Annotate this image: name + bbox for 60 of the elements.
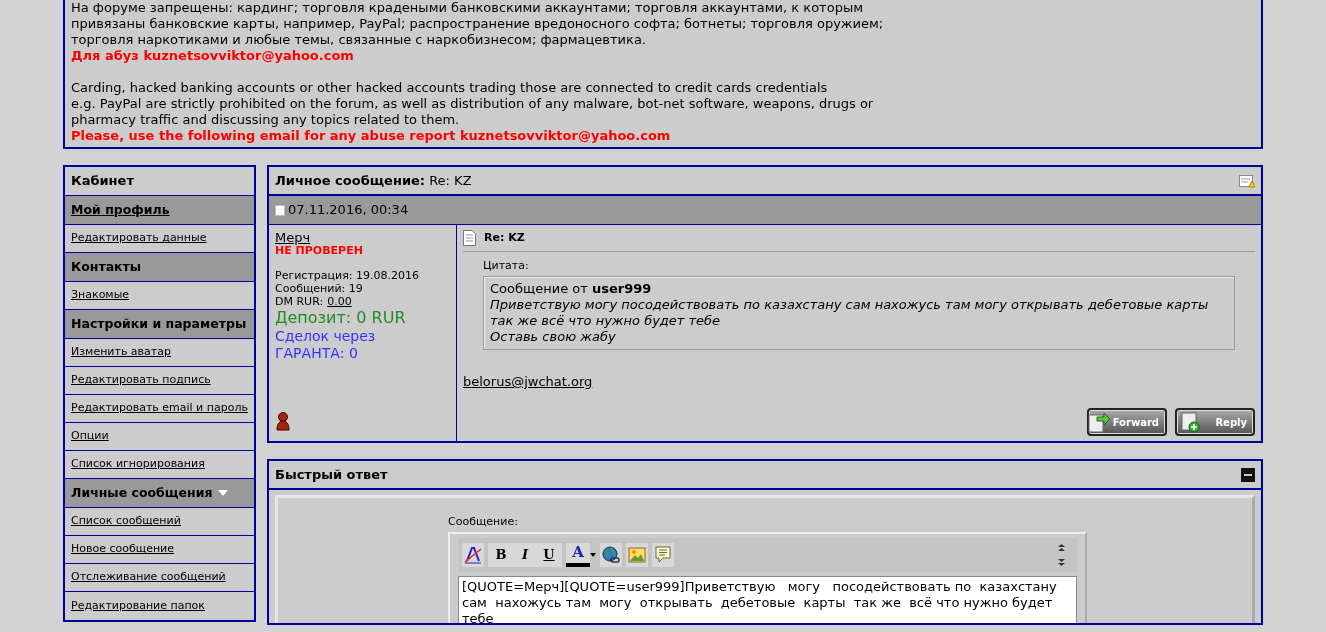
quote-icon[interactable] (652, 542, 674, 567)
quote-text: так же всё что нужно будет тебе (490, 313, 722, 329)
note-icon (1239, 173, 1255, 188)
panel-title: Быстрый ответ (275, 465, 388, 484)
sidebar-link[interactable]: Редактирование папок (71, 597, 205, 615)
sidebar-section-header: Настройки и параметры (71, 314, 247, 333)
notice-text: На форуме запрещены: кардинг; торговля крадеными банковскими аккаунтами; торговля аккаунтами, к которым (71, 0, 864, 16)
user-icon (275, 411, 291, 431)
caret-icon[interactable] (590, 552, 596, 557)
expand-up-icon[interactable] (1058, 543, 1065, 551)
sidebar-link[interactable]: Знакомые (71, 287, 130, 304)
deals-text: Сделок через ГАРАНТА: 0 (275, 328, 377, 362)
globe-link-icon[interactable] (600, 542, 622, 567)
dropdown-icon[interactable] (217, 489, 228, 497)
balance-link[interactable]: 0.00 (327, 295, 352, 308)
quote-text: Приветствую могу посодействовать по казахстану сам нахожусь там могу открывать дебетовые карты (490, 297, 1210, 313)
expand-down-icon[interactable] (1058, 558, 1065, 566)
notice-text: привязаны банковские карты, например, PayPal; распространение вредоносного софта; ботнеты; торговля оружием; (71, 16, 885, 32)
notice-text: e.g. PayPal are strictly prohibited on the forum, as well as distribution of any malware, bot-net software, weapons, drugs or (71, 96, 875, 112)
balance-label: DM RUR: (275, 295, 324, 308)
sidebar-link[interactable]: Редактировать подпись (71, 372, 211, 389)
abuse-notice: Для абуз kuznetsovviktor@yahoo.com (71, 48, 355, 64)
registration-date: Регистрация: 19.08.2016 (275, 269, 420, 282)
clear-format-icon[interactable] (462, 542, 484, 567)
sidebar-link[interactable]: Отслеживание сообщений (71, 569, 226, 586)
user-status: НЕ ПРОВЕРЕН (275, 244, 364, 257)
notice-text: pharmacy traffic and discussing any topics related to them. (71, 112, 461, 128)
forward-button[interactable]: Forward (1087, 408, 1167, 436)
collapse-icon[interactable] (1241, 467, 1255, 482)
sidebar-link[interactable]: Список игнорирования (71, 456, 205, 473)
sidebar-link[interactable]: Редактировать email и пароль (71, 400, 248, 417)
reply-button[interactable]: Reply (1175, 408, 1255, 436)
notice-text: Carding, hacked banking accounts or other hacked accounts trading those are connected to credit cards credentials (71, 80, 829, 96)
message-subject: Re: KZ (484, 230, 525, 246)
sidebar-link[interactable]: Список сообщений (71, 513, 181, 530)
sidebar-link[interactable]: Опции (71, 428, 109, 445)
field-label: Сообщение: (448, 514, 519, 530)
username-link[interactable]: Мерч (275, 231, 311, 244)
quote-author: Сообщение от user999 (490, 281, 653, 297)
signature-link[interactable]: belorus@jwchat.org (463, 372, 593, 392)
message-input[interactable]: [QUOTE=Мерч][QUOTE=user999]Приветствую могу посодействовать по казахстану сам нахожусь там могу открывать дебетовые карты так же всё что нужно будет тебе (458, 575, 1077, 623)
notice-text: торговля наркотиками и любые темы, связанные с наркобизнесом; фармацевтика. (71, 32, 647, 48)
quote-text: Оставь свою жабу (490, 329, 617, 345)
reply-icon (1179, 411, 1203, 433)
sidebar-link[interactable]: Редактировать данные (71, 230, 207, 247)
sidebar-section-header: Личные сообщения (71, 483, 213, 502)
forward-icon (1086, 411, 1111, 433)
document-icon (463, 230, 476, 247)
quote-label: Цитата: (483, 257, 530, 274)
deposit-text: Депозит: 0 RUR (275, 308, 407, 328)
message-title: Личное сообщение: Re: KZ (275, 171, 472, 190)
font-color-button[interactable]: A (566, 542, 590, 567)
sidebar-link[interactable]: Изменить аватар (71, 344, 171, 361)
post-count: Сообщений: 19 (275, 282, 364, 295)
sidebar-title: Кабинет (71, 172, 134, 191)
sidebar-link[interactable]: Новое сообщение (71, 541, 174, 558)
post-icon (275, 204, 285, 216)
sidebar-section-header: Контакты (71, 257, 142, 276)
post-date: 07.11.2016, 00:34 (288, 201, 409, 220)
abuse-notice: Please, use the following email for any abuse report kuznetsovviktor@yahoo.com (71, 128, 672, 144)
